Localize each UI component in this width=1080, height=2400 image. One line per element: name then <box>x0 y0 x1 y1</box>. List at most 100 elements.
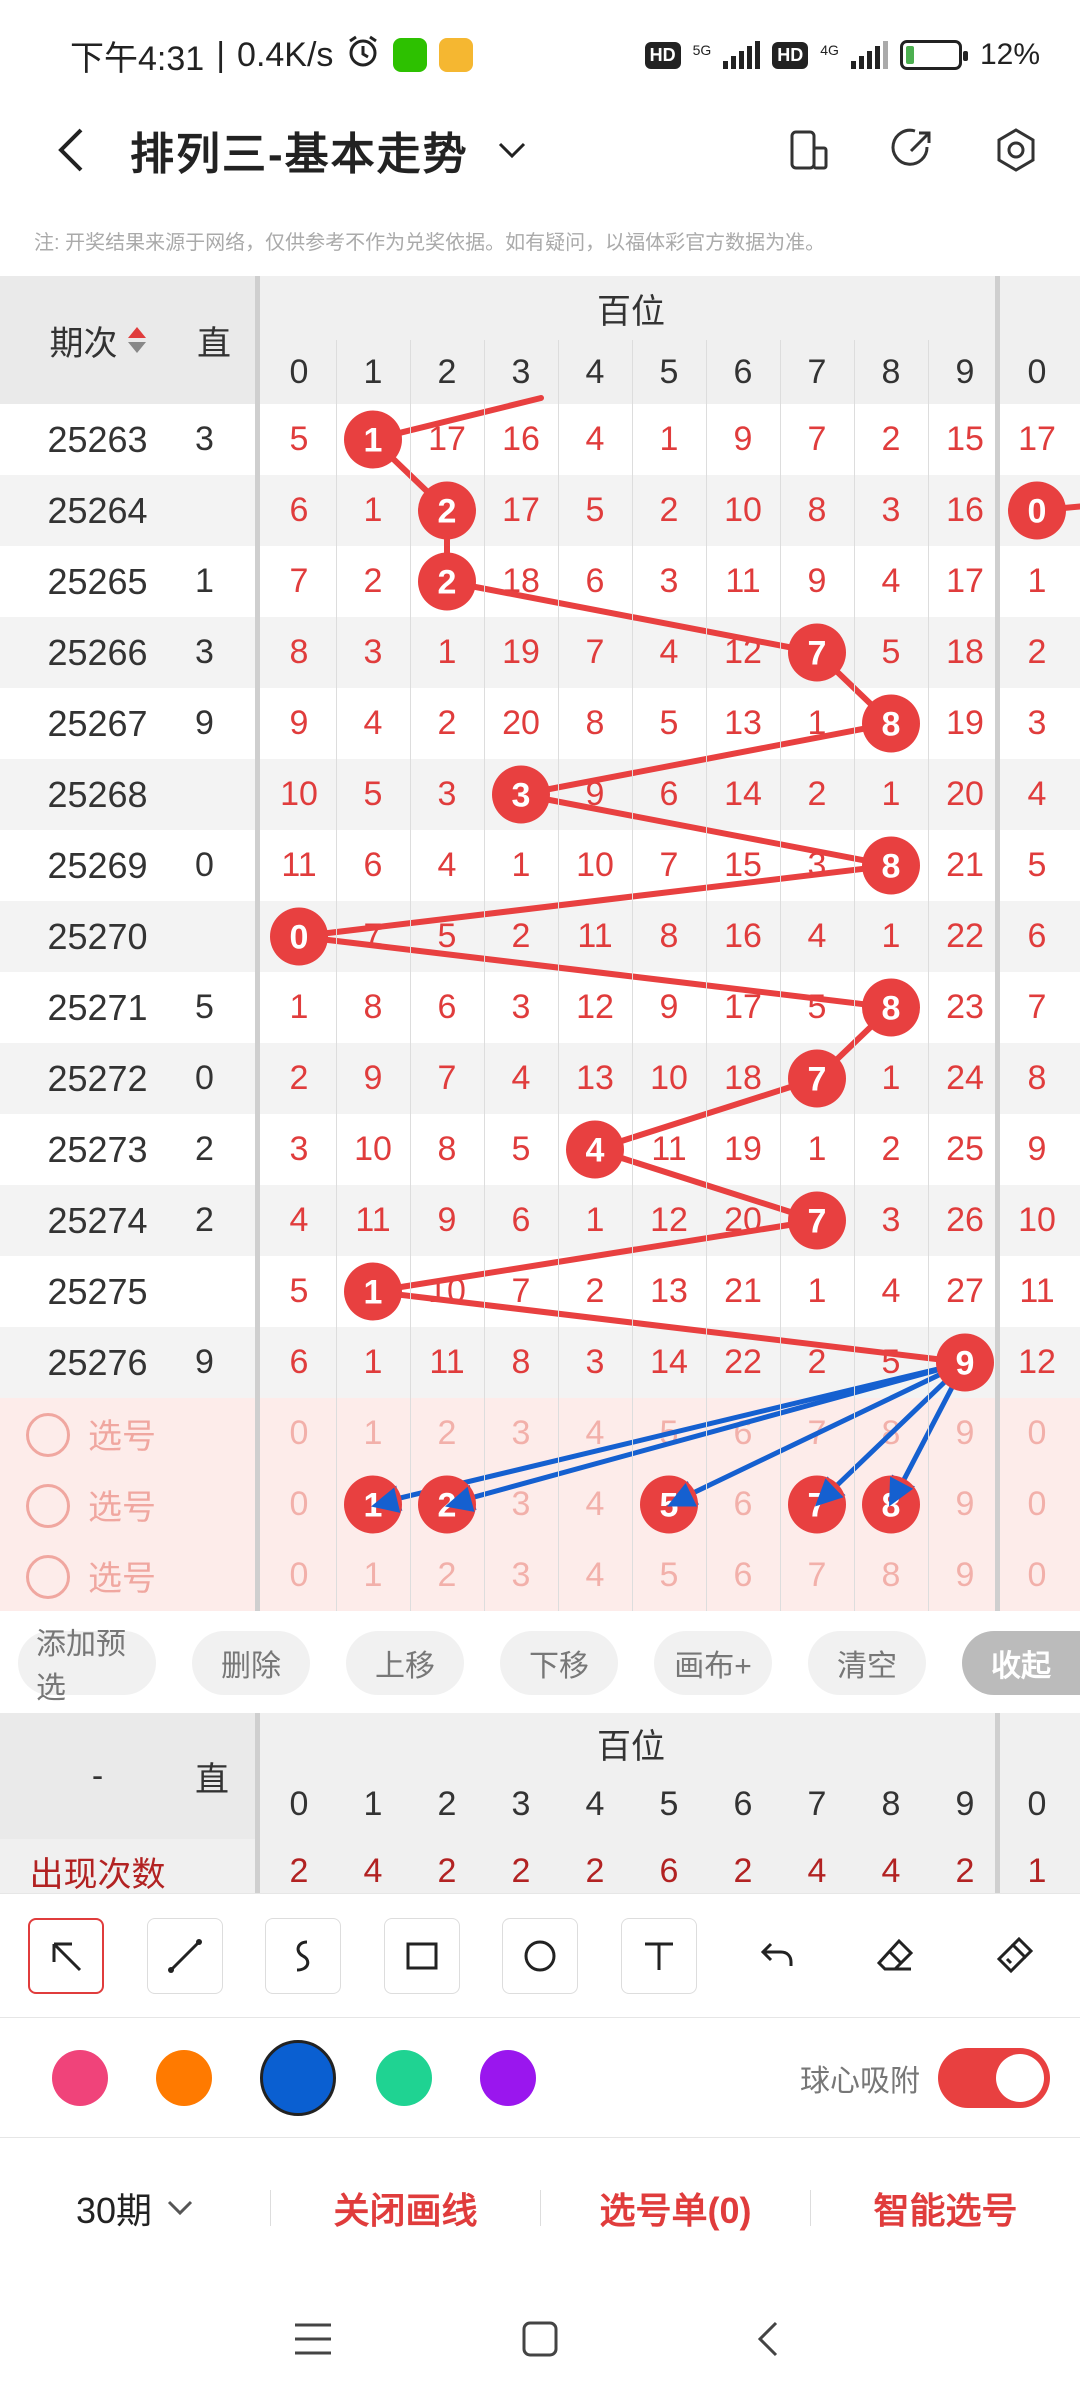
close-lines-button[interactable]: 关闭画线 <box>271 2182 540 2234</box>
color-swatch-orange[interactable] <box>156 2049 212 2106</box>
occurrence-value: 4 <box>363 1851 383 1890</box>
clear-button[interactable]: 清空 <box>808 1631 926 1695</box>
status-time: 下午4:31 <box>70 39 205 78</box>
occurrence-value: 2 <box>289 1851 309 1890</box>
hit-ball: 8 <box>862 978 920 1037</box>
circle-icon[interactable] <box>502 1917 578 1994</box>
smart-pick-button[interactable]: 智能选号 <box>811 2182 1080 2234</box>
line-icon[interactable] <box>146 1917 223 1994</box>
wechat-icon <box>393 38 428 72</box>
status-bar: 下午4:31 | 0.4K/s HD 5G HD 4G 12% <box>0 0 1080 110</box>
occurrence-value: 2 <box>955 1851 975 1890</box>
stats-zhi-header: 直 <box>195 1713 255 1839</box>
stats-digit-header: 7 <box>807 1784 827 1823</box>
stats-group-header: 百位 <box>597 1727 665 1766</box>
canvas-plus-button[interactable]: 画布+ <box>654 1631 772 1695</box>
snap-label: 球心吸附 <box>800 2064 920 2098</box>
occurrence-value: 6 <box>659 1851 679 1890</box>
hit-ball: 7 <box>788 1191 846 1250</box>
battery-icon <box>899 40 968 70</box>
svg-text:9: 9 <box>956 1345 975 1383</box>
disclaimer-note: 注: 开奖结果来源于网络，仅供参考不作为兑奖依据。如有疑问，以福体彩官方数据为准… <box>34 232 826 254</box>
trend-line <box>296 933 894 1011</box>
svg-text:0: 0 <box>290 919 309 957</box>
page-title: 排列三-基本走势 <box>130 130 469 179</box>
svg-text:4: 4 <box>586 1132 605 1170</box>
hit-ball: 1 <box>344 1262 402 1321</box>
svg-text:1: 1 <box>364 422 383 460</box>
hit-ball: 2 <box>418 552 476 611</box>
device-icon[interactable] <box>784 126 832 174</box>
color-swatch-blue[interactable] <box>260 2039 336 2116</box>
home-icon[interactable] <box>510 2309 570 2369</box>
system-nav-bar <box>0 2277 1080 2400</box>
move-down-button[interactable]: 下移 <box>500 1631 618 1695</box>
occurrence-value: 4 <box>807 1851 827 1890</box>
back-icon[interactable] <box>40 120 100 180</box>
hit-ball: 9 <box>936 1333 994 1392</box>
clear-brush-icon[interactable] <box>976 1918 1052 1994</box>
trend-line <box>296 862 894 940</box>
add-preselect-button[interactable]: 添加预选 <box>18 1628 156 1705</box>
alarm-icon <box>345 33 381 78</box>
chevron-down-icon <box>167 2200 193 2215</box>
menu-icon[interactable] <box>283 2309 343 2369</box>
dropdown-chevron-icon[interactable] <box>497 130 537 170</box>
hd-badge-2: HD <box>772 41 809 69</box>
undo-icon[interactable] <box>739 1918 815 1994</box>
stats-next-digit-header: 0 <box>1027 1784 1047 1823</box>
stats-dash: - <box>0 1713 195 1839</box>
hd-badge: HD <box>644 41 681 69</box>
rectangle-icon[interactable] <box>383 1917 460 1994</box>
svg-text:1: 1 <box>364 1274 383 1312</box>
occurrence-next-value: 1 <box>1027 1851 1047 1890</box>
color-picker-bar: 球心吸附 <box>0 2017 1080 2137</box>
collapse-button[interactable]: 收起 <box>962 1631 1080 1695</box>
trend-table: 期次 直 百位 01234567890 25263 3 5 17 16 4 1 9 7 2 15 17… <box>0 276 1080 1611</box>
nav-back-icon[interactable] <box>737 2309 797 2369</box>
svg-text:8: 8 <box>882 990 901 1028</box>
move-up-button[interactable]: 上移 <box>346 1631 464 1695</box>
stats-table: - 直 百位 出现次数 0 2 1 4 2 2 3 2 4 2 5 6 6 2 7 4 8 4 9 2 0 1 <box>0 1713 1080 1893</box>
hit-ball: 3 <box>492 765 550 824</box>
cursor-arrow-icon[interactable] <box>28 1917 104 1994</box>
occurrence-label: 出现次数 <box>29 1855 166 1894</box>
occurrence-value: 2 <box>437 1851 457 1890</box>
next-group-hit-ball: 0 <box>1008 481 1066 540</box>
svg-text:2: 2 <box>438 493 457 531</box>
color-swatch-pink[interactable] <box>52 2049 108 2106</box>
occurrence-value: 2 <box>511 1851 531 1890</box>
hit-ball: 0 <box>270 907 328 966</box>
eraser-icon[interactable] <box>858 1918 934 1994</box>
svg-text:7: 7 <box>808 1061 827 1099</box>
occurrence-value: 4 <box>881 1851 901 1890</box>
drawing-toolbar <box>0 1893 1080 2017</box>
occurrence-value: 2 <box>585 1851 605 1890</box>
trend-line <box>370 1217 820 1295</box>
period-selector[interactable]: 30期 <box>0 2182 270 2234</box>
svg-text:0: 0 <box>1028 493 1047 531</box>
stats-digit-header: 4 <box>585 1784 605 1823</box>
trend-line <box>370 1288 968 1366</box>
color-swatch-purple[interactable] <box>480 2049 536 2106</box>
hit-ball: 8 <box>862 694 920 753</box>
stats-digit-header: 6 <box>733 1784 753 1823</box>
settings-icon[interactable] <box>992 126 1040 174</box>
delete-button[interactable]: 删除 <box>192 1631 310 1695</box>
stats-digit-header: 9 <box>955 1784 975 1823</box>
pick-list-button[interactable]: 选号单(0) <box>541 2182 810 2234</box>
signal-icon <box>723 41 761 69</box>
signal-icon-2 <box>850 41 888 69</box>
status-speed: 0.4K/s <box>237 35 334 74</box>
text-icon[interactable] <box>620 1917 697 1994</box>
color-swatch-green[interactable] <box>376 2049 432 2106</box>
stats-digit-header: 8 <box>881 1784 901 1823</box>
notes-app-icon <box>439 38 474 72</box>
battery-level: 12% <box>979 38 1040 71</box>
hit-ball: 4 <box>566 1120 624 1179</box>
share-icon[interactable] <box>888 126 936 174</box>
snap-toggle[interactable] <box>938 2047 1050 2108</box>
hit-ball: 8 <box>862 836 920 895</box>
stats-digit-header: 1 <box>363 1784 383 1823</box>
curve-icon[interactable] <box>265 1917 341 1994</box>
